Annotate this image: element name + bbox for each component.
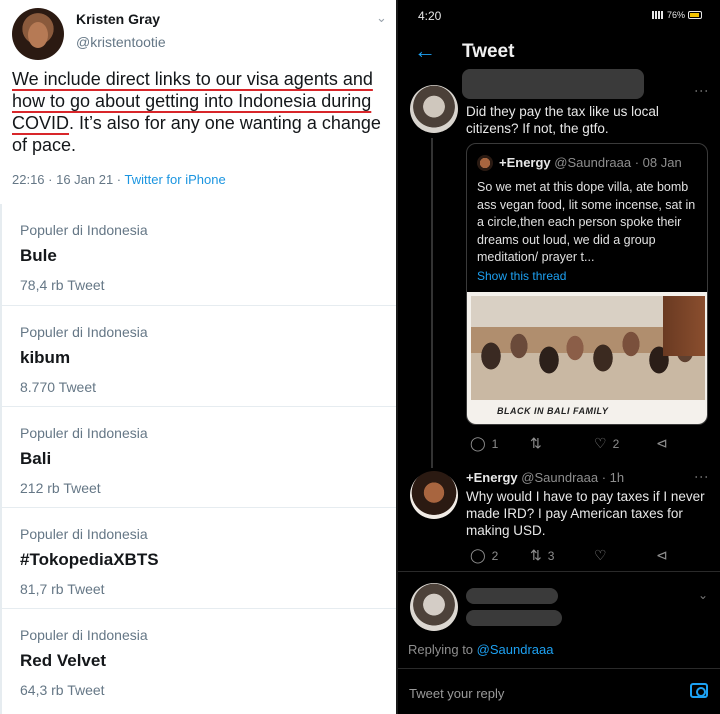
status-time: 4:20 [418,9,442,23]
photo-caption: BLACK IN BALI FAMILY [497,406,609,416]
photo-shelf [663,296,705,356]
like-icon: ♡ [594,435,607,451]
trend-context: Populer di Indonesia [20,222,148,238]
like-button[interactable]: ♡ 2 [594,435,656,452]
left-screenshot: Kristen Gray @kristentootie ⌄ We include… [0,0,398,714]
trend-name: Red Velvet [20,651,106,670]
trend-context: Populer di Indonesia [20,324,148,340]
like-count: 2 [612,436,620,451]
trend-count: 212 rb Tweet [20,480,101,496]
author-handle[interactable]: @kristentootie [76,34,166,50]
replying-to-handle[interactable]: @Saundraaa [477,642,554,657]
reply-icon: ◯ [470,547,486,563]
like-icon: ♡ [594,547,607,563]
chevron-down-icon[interactable]: ⌄ [698,588,708,602]
redacted-name [466,588,558,604]
tweet-actions: ◯ 2 ⇅ 3 ♡ ⊲ [470,547,668,564]
replying-to-prefix: Replying to [408,642,477,657]
trend-item[interactable]: Populer di Indonesia #TokopediaXBTS 81,7… [2,507,398,608]
signal-icon [651,11,664,19]
quoted-header: +Energy @Saundraaa · 08 Jan [499,155,682,170]
status-bar: 4:20 76% [398,0,720,32]
trends-list: Populer di Indonesia Bule 78,4 rb Tweet … [2,204,398,709]
retweet-button[interactable]: ⇅ [530,435,594,452]
tweet-meta: 22:16 · 16 Jan 21 · Twitter for iPhone [12,172,226,187]
trend-item[interactable]: Populer di Indonesia kibum 8.770 Tweet [2,305,398,406]
trend-count: 78,4 rb Tweet [20,277,105,293]
share-icon: ⊲ [656,435,668,451]
quoted-photo[interactable]: BLACK IN BALI FAMILY [467,292,707,424]
share-button[interactable]: ⊲ [656,435,668,452]
author-avatar[interactable] [12,8,64,60]
trend-context: Populer di Indonesia [20,627,148,643]
right-screenshot: 4:20 76% ← Tweet ⋮ Did they pay the tax … [398,0,720,714]
retweet-icon: ⇅ [530,547,542,563]
reply-icon: ◯ [470,435,486,451]
redacted-handle [466,610,562,626]
tweet-header: +Energy @Saundraaa · 1h [466,470,624,485]
reply-button[interactable]: ◯ 1 [470,435,530,452]
author-name[interactable]: Kristen Gray [76,11,160,27]
trend-context: Populer di Indonesia [20,425,148,441]
chevron-down-icon[interactable]: ⌄ [376,10,387,26]
more-icon[interactable]: ⋮ [694,84,710,97]
battery-percent: 76% [666,10,685,20]
tweet-author[interactable]: +Energy [466,470,518,485]
trend-count: 81,7 rb Tweet [20,581,105,597]
quoted-text: So we met at this dope villa, ate bomb a… [477,180,696,264]
retweet-button[interactable]: ⇅ 3 [530,547,594,564]
back-arrow-icon[interactable]: ← [414,38,436,64]
more-icon[interactable]: ⋮ [694,470,710,483]
camera-icon[interactable] [690,683,708,698]
show-thread-link[interactable]: Show this thread [477,269,566,283]
retweet-icon: ⇅ [530,435,542,451]
quoted-tweet[interactable]: +Energy @Saundraaa · 08 Jan So we met at… [466,143,708,425]
reply-count: 1 [491,436,499,451]
reply-count: 2 [491,548,499,563]
share-icon: ⊲ [656,547,668,563]
thread-line [431,138,433,468]
trend-count: 8.770 Tweet [20,379,97,395]
reply-composer[interactable]: Tweet your reply [398,668,720,714]
trend-name: kibum [20,348,71,367]
trend-item[interactable]: Populer di Indonesia Red Velvet 64,3 rb … [2,608,398,709]
system-icons: 76% [651,10,702,20]
app-header: ← Tweet [398,32,720,72]
replying-to: Replying to @Saundraaa [408,642,553,657]
trend-name: Bule [20,246,57,265]
battery-icon [688,11,702,19]
page-title: Tweet [462,41,515,62]
tweet-handle-time: @Saundraaa · 1h [517,470,625,485]
quoted-avatar [477,155,493,171]
trend-name: Bali [20,449,52,468]
trend-name: #TokopediaXBTS [20,550,159,569]
quoted-handle-time: @Saundraaa · 08 Jan [550,155,682,170]
tweet-actions: ◯ 1 ⇅ ♡ 2 ⊲ [470,435,668,452]
energy-avatar[interactable] [410,471,458,519]
reply-button[interactable]: ◯ 2 [470,547,530,564]
share-button[interactable]: ⊲ [656,547,668,564]
tweet-text: Why would I have to pay taxes if I never… [466,489,705,538]
trend-item[interactable]: Populer di Indonesia Bali 212 rb Tweet [2,406,398,507]
tweet-text: We include direct links to our visa agen… [12,68,392,156]
divider [398,571,720,572]
tweet-text: Did they pay the tax like us local citiz… [466,104,659,136]
quoted-author: +Energy [499,155,551,170]
like-button[interactable]: ♡ [594,547,656,564]
trend-context: Populer di Indonesia [20,526,148,542]
tweet-timestamp: 22:16 · 16 Jan 21 · [12,172,125,187]
redacted-name [462,69,644,99]
trend-item[interactable]: Populer di Indonesia Bule 78,4 rb Tweet [2,204,398,305]
retweet-count: 3 [547,548,555,563]
reply-author-avatar[interactable] [410,583,458,631]
trend-count: 64,3 rb Tweet [20,682,105,698]
tweet-source-link[interactable]: Twitter for iPhone [125,172,226,187]
reply-author-avatar[interactable] [410,85,458,133]
reply-input[interactable]: Tweet your reply [409,686,504,701]
